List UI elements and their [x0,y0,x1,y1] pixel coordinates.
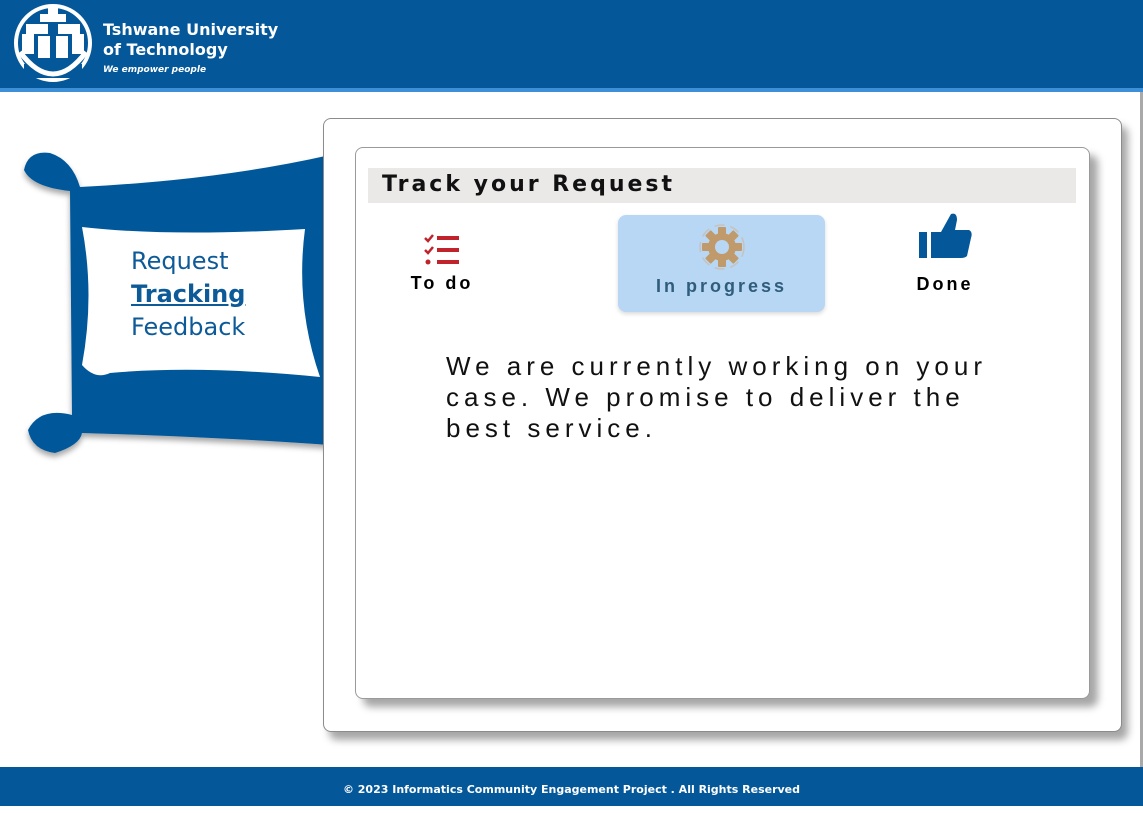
status-todo[interactable]: To do [404,230,480,294]
tracking-title-bar: Track your Request [368,168,1076,203]
university-name-line1: Tshwane University [103,20,279,39]
nav-item-feedback[interactable]: Feedback [131,311,245,344]
thumbs-up-icon [919,213,972,258]
university-name-line2: of Technology [103,40,228,59]
nav-item-tracking[interactable]: Tracking [131,278,245,311]
page-title: Track your Request [382,172,676,197]
nav-item-request[interactable]: Request [131,245,245,278]
status-in-progress[interactable]: In progress [618,215,825,312]
status-in-progress-label: In progress [655,276,788,296]
tut-logo-icon[interactable] [10,4,96,82]
checklist-icon [424,234,459,265]
status-done-label: Done [916,274,974,294]
header-bar: Tshwane University of Technology We empo… [0,0,1143,92]
status-todo-label: To do [410,273,474,293]
sidebar-nav: Request Tracking Feedback [131,245,245,344]
university-tagline: We empower people [103,65,207,75]
footer-copyright: © 2023 Informatics Community Engagement … [0,767,1143,806]
status-message: We are currently working on your case. W… [446,351,988,443]
status-done[interactable]: Done [905,212,985,295]
university-name: Tshwane University of Technology [103,20,278,60]
gear-icon [698,224,745,270]
